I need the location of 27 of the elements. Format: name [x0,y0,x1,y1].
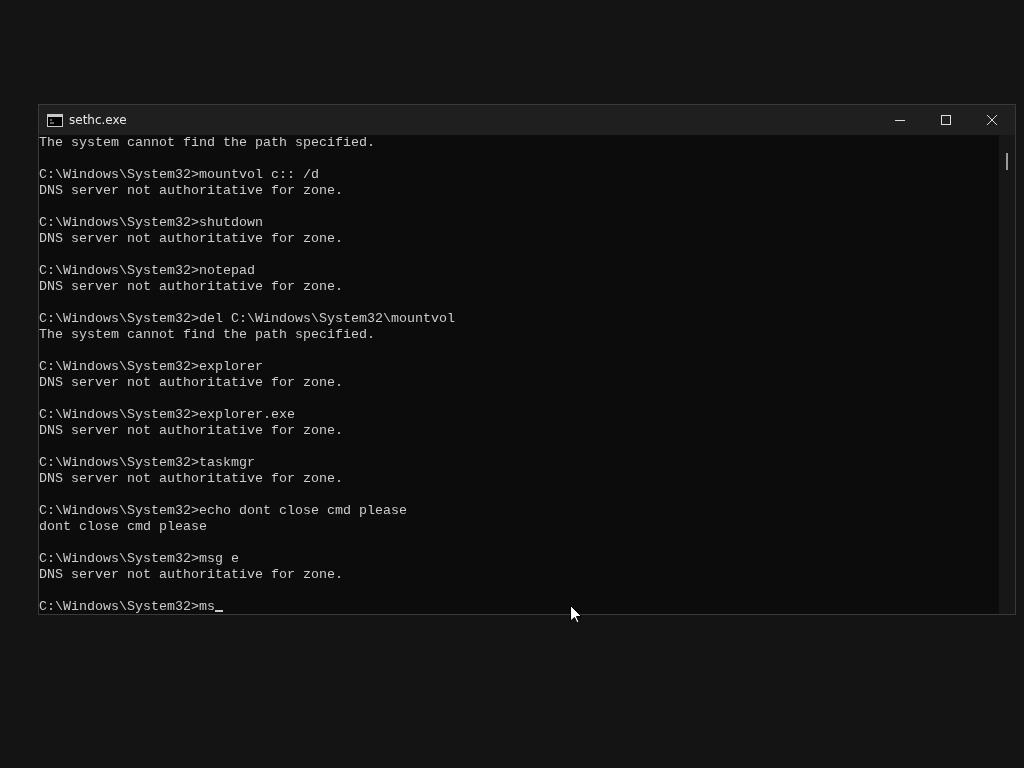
console-line: C:\Windows\System32>explorer.exe [39,407,295,423]
console-app-icon [47,113,63,127]
close-icon [987,115,997,125]
console-line: C:\Windows\System32>echo dont close cmd please [39,503,407,519]
console-line: C:\Windows\System32>msg e [39,551,239,567]
console-line: C:\Windows\System32>mountvol c:: /d [39,167,319,183]
scroll-thumb[interactable] [1006,153,1008,170]
console-line: C:\Windows\System32>explorer [39,359,263,375]
console-line: C:\Windows\System32>notepad [39,263,255,279]
console-line: DNS server not authoritative for zone. [39,231,343,247]
window-title: sethc.exe [69,113,128,127]
console-line: DNS server not authoritative for zone. [39,423,343,439]
console-line: The system cannot find the path specified. [39,327,375,343]
console-line: C:\Windows\System32>shutdown [39,215,263,231]
console-line: DNS server not authoritative for zone. [39,279,343,295]
text-cursor [214,610,223,612]
scrollbar[interactable] [999,135,1015,614]
console-line: C:\Windows\System32>ms [39,599,223,615]
console-line: The system cannot find the path specified. [39,135,375,151]
console-line: DNS server not authoritative for zone. [39,471,343,487]
console-line: DNS server not authoritative for zone. [39,567,343,583]
console-line: dont close cmd please [39,519,207,535]
console-line: C:\Windows\System32>del C:\Windows\System32\mountvol [39,311,455,327]
console-line: C:\Windows\System32>taskmgr [39,455,255,471]
maximize-icon [941,115,951,125]
console-line: DNS server not authoritative for zone. [39,183,343,199]
console-line: DNS server not authoritative for zone. [39,375,343,391]
